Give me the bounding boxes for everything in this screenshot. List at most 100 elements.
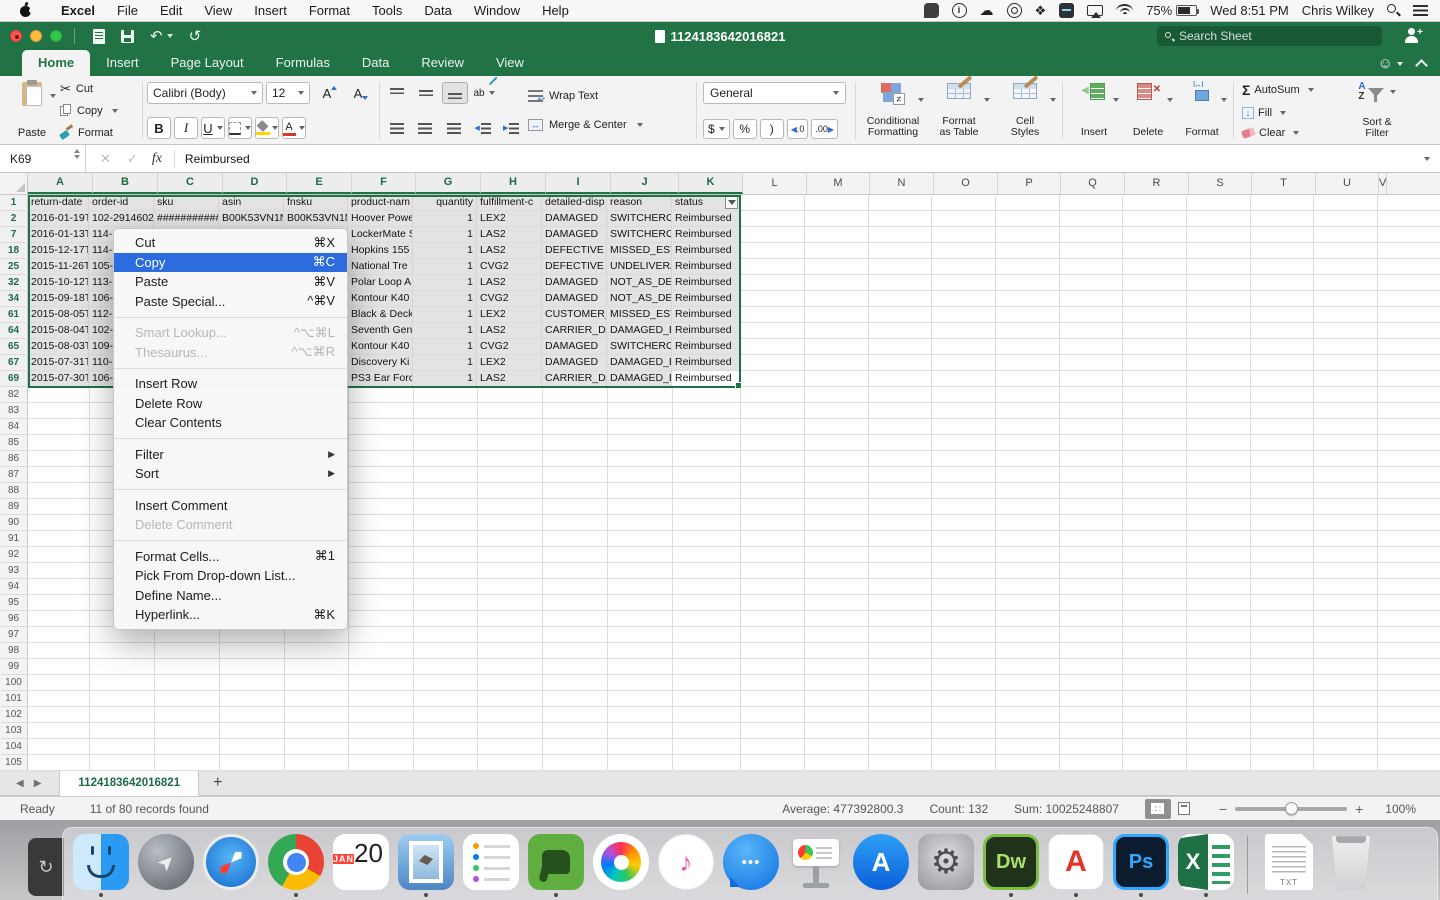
cell[interactable]: 1 (413, 291, 477, 306)
creative-cloud-status-icon[interactable] (1007, 3, 1022, 18)
undo-button[interactable]: ↶ (150, 27, 173, 45)
row-header[interactable]: 95 (0, 595, 28, 610)
cell[interactable]: 102-2914602 (89, 211, 154, 226)
column-header[interactable]: P (998, 173, 1061, 194)
context-menu-item[interactable]: Delete Comment ▶ (114, 515, 347, 535)
context-menu-item[interactable]: Format Cells... ⌘1 ▶ (114, 547, 347, 567)
currency-format-button[interactable]: $ (703, 119, 730, 139)
dock-chrome-icon[interactable] (268, 834, 324, 890)
menu-bar-item[interactable]: Format (298, 0, 361, 22)
merge-center-button[interactable]: ↔Merge & Center (528, 119, 692, 131)
orientation-button[interactable]: ab (471, 82, 497, 104)
cell[interactable]: LEX2 (477, 355, 542, 370)
row-header[interactable]: 102 (0, 707, 28, 722)
cell[interactable]: 2015-08-05T (28, 307, 89, 322)
row-header[interactable]: 7 (0, 227, 28, 242)
column-header[interactable]: B (93, 173, 158, 194)
sort-filter-button[interactable]: AZ Sort &Filter (1342, 80, 1412, 141)
cell[interactable]: LAS2 (477, 275, 542, 290)
cell[interactable]: 1 (413, 275, 477, 290)
ribbon-tab[interactable]: Formulas (260, 50, 346, 76)
dock-reminders-icon[interactable] (463, 834, 519, 890)
insert-function-icon[interactable]: fx (152, 151, 162, 167)
row-header[interactable]: 87 (0, 467, 28, 482)
airplay-icon[interactable] (1087, 5, 1103, 16)
cell[interactable]: status (672, 195, 740, 210)
row-header[interactable]: 100 (0, 675, 28, 690)
menu-bar-clock[interactable]: Wed 8:51 PM (1210, 3, 1289, 18)
cell[interactable]: DEFECTIVE (542, 243, 607, 258)
fill-color-button[interactable] (255, 117, 279, 139)
dock-photoshop-icon[interactable]: Ps (1113, 834, 1169, 890)
ribbon-tab[interactable]: Data (346, 50, 405, 76)
cell[interactable]: National Tre (348, 259, 413, 274)
row-header[interactable]: 32 (0, 275, 28, 290)
bold-button[interactable]: B (147, 117, 171, 139)
context-menu-item[interactable]: ▶ (114, 317, 347, 318)
sheet-row[interactable]: 103 (0, 723, 1440, 739)
column-header[interactable]: L (743, 173, 807, 194)
cell[interactable]: Reimbursed (672, 275, 740, 290)
row-header[interactable]: 103 (0, 723, 28, 738)
search-sheet-field[interactable]: Search Sheet (1157, 26, 1382, 46)
cell[interactable]: Discovery Ki (348, 355, 413, 370)
dock-messages-icon[interactable]: ••• (723, 834, 779, 890)
row-header[interactable]: 34 (0, 291, 28, 306)
context-menu-item[interactable]: Define Name... ▶ (114, 586, 347, 606)
cell[interactable]: 2015-12-17T (28, 243, 89, 258)
prev-sheet-arrow[interactable]: ◀ (16, 778, 24, 789)
cell-styles-button[interactable]: CellStyles (994, 82, 1056, 139)
cell[interactable]: 1 (413, 371, 477, 386)
cell[interactable]: asin (219, 195, 284, 210)
row-header[interactable]: 64 (0, 323, 28, 338)
row-header[interactable]: 83 (0, 403, 28, 418)
row-header[interactable]: 85 (0, 435, 28, 450)
font-size-select[interactable]: 12 (266, 82, 310, 104)
cell[interactable]: Reimbursed (672, 307, 740, 322)
dock-keynote-icon[interactable] (788, 834, 844, 890)
cell[interactable]: quantity (413, 195, 477, 210)
row-header[interactable]: 101 (0, 691, 28, 706)
menu-bar-item[interactable]: Window (463, 0, 531, 22)
normal-view-button[interactable] (1145, 799, 1171, 819)
cell[interactable]: DAMAGED_E (607, 323, 672, 338)
undo-dropdown-icon[interactable] (167, 34, 173, 38)
increase-indent-button[interactable]: ▶ (498, 117, 524, 139)
sheet-row[interactable]: 98 (0, 643, 1440, 659)
cell[interactable]: 2015-09-18T (28, 291, 89, 306)
increase-decimal-button[interactable]: ◀.0 (787, 119, 809, 139)
align-middle-button[interactable] (413, 82, 439, 104)
cell[interactable]: 2016-01-13T (28, 227, 89, 242)
cell[interactable]: SWITCHEROO (607, 339, 672, 354)
fill-button[interactable]: ↓Fill (1242, 107, 1342, 119)
clear-button[interactable]: Clear (1242, 127, 1342, 139)
cut-button[interactable]: ✂Cut (60, 82, 138, 95)
redo-button[interactable]: ↺ (189, 27, 202, 45)
cell[interactable]: Reimbursed (672, 339, 740, 354)
cell[interactable]: DAMAGED_E (607, 355, 672, 370)
cell[interactable]: Reimbursed (672, 211, 740, 226)
column-header[interactable]: V (1379, 173, 1387, 194)
cancel-entry-icon[interactable]: ✕ (100, 151, 111, 167)
menu-bar-item[interactable]: Help (531, 0, 580, 22)
cell[interactable]: MISSED_EST (607, 243, 672, 258)
sheet-tab-active[interactable]: 1124183642016821 (59, 771, 199, 796)
column-header[interactable]: F (352, 173, 416, 194)
delete-cells-button[interactable]: Delete (1123, 82, 1173, 139)
cell[interactable]: LAS2 (477, 371, 542, 386)
cell[interactable]: 2015-08-03T (28, 339, 89, 354)
new-workbook-button[interactable] (93, 29, 105, 44)
info-status-icon[interactable]: i (952, 3, 967, 18)
name-box-stepper[interactable] (74, 149, 80, 159)
close-window-button[interactable] (10, 30, 22, 42)
context-menu-item[interactable]: Copy ⌘C ▶ (114, 253, 347, 273)
cell[interactable]: reason (607, 195, 672, 210)
cell[interactable]: sku (154, 195, 219, 210)
cell[interactable]: fnsku (284, 195, 348, 210)
column-header[interactable]: C (158, 173, 223, 194)
column-header[interactable]: O (934, 173, 998, 194)
cell[interactable]: 1 (413, 323, 477, 338)
context-menu-item[interactable]: Paste Special... ^⌘V ▶ (114, 292, 347, 312)
row-header[interactable]: 97 (0, 627, 28, 642)
format-cells-button[interactable]: Format (1177, 82, 1227, 139)
